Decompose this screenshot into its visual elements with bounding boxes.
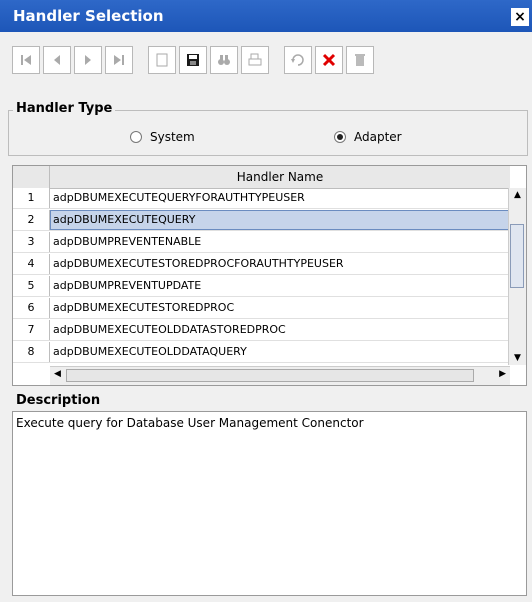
handler-name-header[interactable]: Handler Name — [50, 166, 510, 188]
row-number: 8 — [13, 342, 50, 362]
last-record-icon — [114, 55, 124, 65]
new-document-icon — [156, 53, 168, 67]
refresh-icon — [291, 54, 304, 66]
radio-system[interactable]: System — [130, 130, 195, 144]
previous-record-button[interactable] — [43, 46, 71, 74]
table-row-selected[interactable]: 2 adpDBUMEXECUTEQUERY — [13, 210, 510, 231]
handler-name-cell: adpDBUMEXECUTESTOREDPROC — [53, 301, 235, 314]
radio-adapter[interactable]: Adapter — [334, 130, 402, 144]
table-row[interactable]: 7 adpDBUMEXECUTEOLDDATASTOREDPROC — [13, 320, 510, 341]
radio-system-label: System — [150, 130, 195, 144]
table-row[interactable]: 5 adpDBUMPREVENTUPDATE — [13, 276, 510, 297]
description-textarea[interactable]: Execute query for Database User Manageme… — [12, 411, 527, 596]
row-number: 3 — [13, 232, 50, 252]
horizontal-scrollbar[interactable]: ◀ ▶ — [50, 366, 510, 385]
trash-button[interactable] — [346, 46, 374, 74]
find-button[interactable] — [210, 46, 238, 74]
delete-button[interactable] — [315, 46, 343, 74]
table-row[interactable]: 8 adpDBUMEXECUTEOLDDATAQUERY — [13, 342, 510, 363]
table-row[interactable]: 1 adpDBUMEXECUTEQUERYFORAUTHTYPEUSER — [13, 188, 510, 209]
previous-record-icon — [54, 55, 60, 65]
scroll-right-icon[interactable]: ▶ — [499, 369, 506, 379]
handler-name-cell: adpDBUMEXECUTEOLDDATAQUERY — [53, 345, 247, 358]
handler-name-cell: adpDBUMPREVENTUPDATE — [53, 279, 202, 292]
description-text: Execute query for Database User Manageme… — [16, 416, 364, 430]
handler-name-cell: adpDBUMEXECUTEQUERYFORAUTHTYPEUSER — [53, 191, 305, 204]
handler-name-cell: adpDBUMEXECUTESTOREDPROCFORAUTHTYPEUSER — [53, 257, 344, 270]
first-record-button[interactable] — [12, 46, 40, 74]
radio-system-dot — [130, 131, 142, 143]
save-icon — [187, 54, 199, 66]
handler-name-cell: adpDBUMEXECUTEOLDDATASTOREDPROC — [53, 323, 286, 336]
table-header: Handler Name — [13, 166, 510, 189]
table-row[interactable]: 3 adpDBUMPREVENTENABLE — [13, 232, 510, 253]
scroll-down-icon[interactable]: ▼ — [509, 351, 526, 365]
find-icon — [218, 55, 230, 65]
handler-type-group — [8, 110, 528, 156]
handler-table: Handler Name 1 adpDBUMEXECUTEQUERYFORAUT… — [12, 165, 527, 386]
row-number: 5 — [13, 276, 50, 296]
print-icon — [248, 53, 262, 66]
next-record-button[interactable] — [74, 46, 102, 74]
handler-name-cell: adpDBUMEXECUTEQUERY — [53, 213, 196, 226]
row-number: 1 — [13, 188, 50, 208]
row-number: 4 — [13, 254, 50, 274]
row-number: 7 — [13, 320, 50, 340]
title-bar: Handler Selection × — [0, 0, 532, 32]
scroll-up-icon[interactable]: ▲ — [509, 188, 526, 202]
delete-icon — [322, 53, 336, 67]
horizontal-scroll-thumb[interactable] — [66, 369, 474, 382]
refresh-button[interactable] — [284, 46, 312, 74]
row-number: 6 — [13, 298, 50, 318]
trash-icon — [355, 54, 365, 66]
handler-name-cell: adpDBUMPREVENTENABLE — [53, 235, 202, 248]
vertical-scrollbar[interactable]: ▲ ▼ — [508, 188, 526, 365]
table-row[interactable]: 4 adpDBUMEXECUTESTOREDPROCFORAUTHTYPEUSE… — [13, 254, 510, 275]
print-button[interactable] — [241, 46, 269, 74]
description-label: Description — [13, 393, 104, 408]
table-row[interactable]: 6 adpDBUMEXECUTESTOREDPROC — [13, 298, 510, 319]
window-title: Handler Selection — [13, 7, 164, 25]
radio-adapter-label: Adapter — [354, 130, 402, 144]
last-record-button[interactable] — [105, 46, 133, 74]
new-document-button[interactable] — [148, 46, 176, 74]
vertical-scroll-thumb[interactable] — [510, 224, 524, 288]
save-button[interactable] — [179, 46, 207, 74]
radio-adapter-dot — [334, 131, 346, 143]
scroll-left-icon[interactable]: ◀ — [54, 369, 61, 379]
first-record-icon — [21, 55, 31, 65]
close-button[interactable]: × — [511, 8, 529, 26]
row-number: 2 — [13, 210, 50, 230]
handler-type-label: Handler Type — [13, 101, 116, 116]
next-record-icon — [85, 55, 91, 65]
row-number-header — [13, 166, 50, 188]
